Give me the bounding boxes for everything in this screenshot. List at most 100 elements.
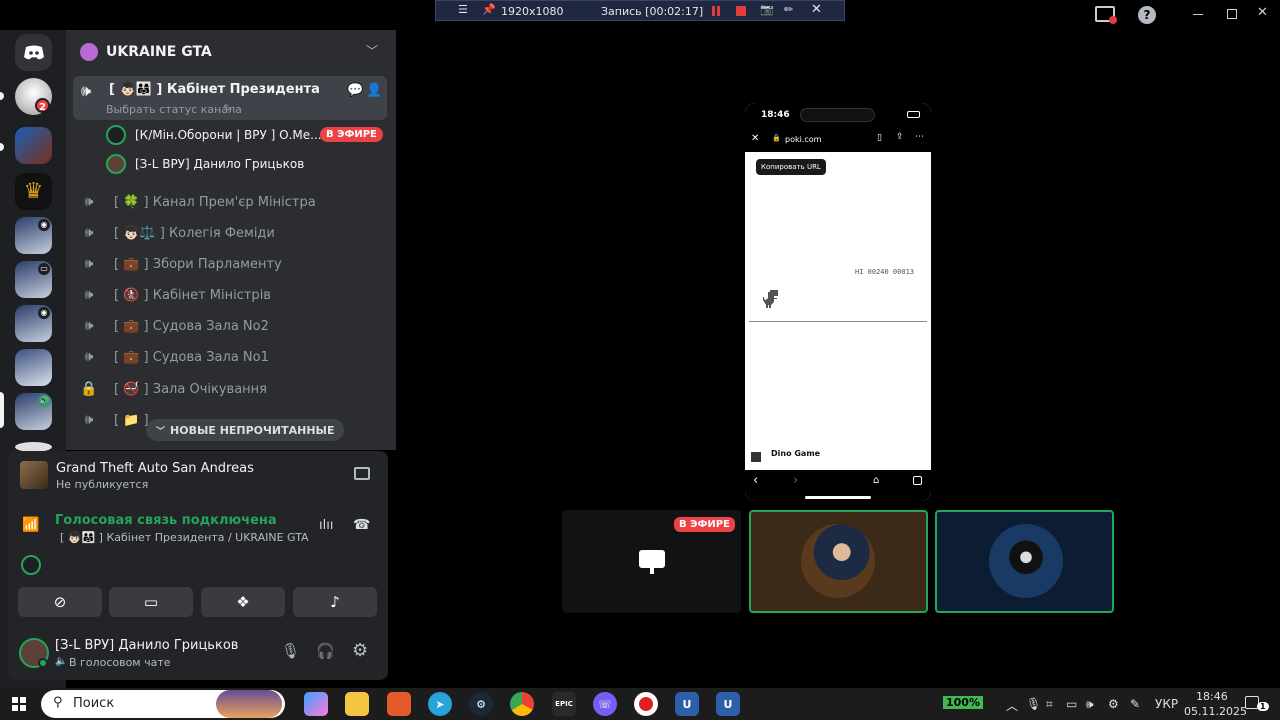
help-icon[interactable]: ? <box>1138 6 1156 24</box>
pencil-icon[interactable]: ✎ <box>223 102 232 115</box>
camera-icon[interactable]: 📷 <box>760 3 774 16</box>
channel-item[interactable]: 🕪 [ 💼 ] Судова Зала No2 <box>78 312 388 340</box>
telegram-icon[interactable]: ➤ <box>428 692 452 716</box>
channel-item[interactable]: 🕪 [ 👦🏻⚖️ ] Колегія Феміди <box>78 219 388 247</box>
channel-status-hint[interactable]: Выбрать статус канала <box>106 103 242 116</box>
windows-start-icon[interactable] <box>12 697 26 711</box>
back-icon[interactable]: ‹ <box>753 473 758 488</box>
app-icon[interactable]: U <box>675 692 699 716</box>
taskbar-search[interactable]: ⚲ Поиск <box>41 690 285 718</box>
pencil-icon[interactable]: ✏ <box>784 3 793 16</box>
pin-icon[interactable]: 📌 <box>482 3 496 16</box>
pen-icon[interactable]: ✎ <box>1130 697 1140 711</box>
stream-tile[interactable]: В ЭФИРЕ <box>562 510 741 613</box>
browser-bar: ✕ 🔒 poki.com ▯ ⇪ ⋯ <box>745 127 931 152</box>
participant-tile[interactable] <box>749 510 928 613</box>
dino-icon <box>760 289 780 309</box>
phone-status-bar: 18:46 <box>745 103 931 127</box>
microphone-icon[interactable]: 🎙 <box>281 642 300 660</box>
soundboard-button[interactable]: ♪ <box>293 587 377 617</box>
search-label: Поиск <box>73 696 115 711</box>
forward-icon[interactable]: › <box>793 473 798 488</box>
chrome-icon[interactable] <box>510 692 534 716</box>
microphone-icon[interactable]: 🎙 <box>1026 697 1041 711</box>
add-member-icon[interactable]: 👤 <box>366 83 382 98</box>
voice-channel: [ 👦🏻👨‍👩‍👧 ] Кабінет Президента / UKRAINE… <box>60 531 309 544</box>
headphones-icon[interactable]: 🎧 <box>316 642 335 660</box>
more-icon[interactable]: ⋯ <box>915 132 924 142</box>
camera-toggle-button[interactable]: ⊘ <box>18 587 102 617</box>
live-badge: В ЭФИРЕ <box>674 517 735 532</box>
stream-phone-view[interactable]: 18:46 ✕ 🔒 poki.com ▯ ⇪ ⋯ Копировать URL … <box>745 103 931 501</box>
user-name: [З-L ВРУ] Данило Грицьков <box>55 638 239 653</box>
server-icon[interactable]: ♛ <box>15 173 52 210</box>
channel-item-active[interactable]: 🕪 [ 👦🏻👨‍👩‍👧 ] Кабінет Президента Выбрать… <box>73 76 387 120</box>
minimize-icon[interactable] <box>1193 14 1203 15</box>
bookmark-icon[interactable]: ▯ <box>877 133 882 143</box>
channel-item[interactable]: 🕪 [ 🍀 ] Канал Прем'єр Міністра <box>78 188 388 216</box>
channel-item[interactable]: 🔒 [ 🚭 ] Зала Очікування <box>78 375 388 403</box>
avatar <box>21 555 41 575</box>
server-icon-active[interactable]: 🔊 <box>15 393 52 430</box>
new-unread-label: НОВЫЕ НЕПРОЧИТАННЫЕ <box>170 423 335 437</box>
stream-game-icon[interactable] <box>354 467 370 480</box>
clock-date[interactable]: 05.11.2025 <box>1184 705 1247 718</box>
new-unread-pill[interactable]: ﹀ НОВЫЕ НЕПРОЧИТАННЫЕ <box>146 419 345 441</box>
close-icon[interactable]: ✕ <box>751 133 759 144</box>
chevron-up-icon[interactable]: ︿ <box>1006 697 1018 714</box>
server-icon[interactable]: ▭ <box>15 261 52 298</box>
app-icon[interactable]: U <box>716 692 740 716</box>
participant-tile[interactable] <box>935 510 1114 613</box>
app-icon[interactable] <box>387 692 411 716</box>
record-icon[interactable] <box>634 692 658 716</box>
home-icon[interactable]: ⌂ <box>873 475 879 486</box>
close-window-icon[interactable]: ✕ <box>1257 5 1268 20</box>
speaker-small-icon: 🔈 <box>55 656 68 667</box>
pause-icon[interactable] <box>712 6 720 16</box>
screen-share-icon[interactable] <box>1095 6 1117 24</box>
maximize-icon[interactable] <box>1227 9 1237 19</box>
share-screen-button[interactable]: ▭ <box>109 587 193 617</box>
discord-home-icon[interactable] <box>15 34 52 71</box>
tabs-icon[interactable] <box>913 476 922 485</box>
channel-item[interactable]: 🕪 [ 💼 ] Збори Парламенту <box>78 250 388 278</box>
file-explorer-icon[interactable] <box>345 692 369 716</box>
voice-member[interactable]: [З-L ВРУ] Данило Грицьков <box>106 153 386 177</box>
chat-icon[interactable]: 💬 <box>347 83 363 98</box>
network-icon[interactable]: ⌗ <box>1046 697 1053 712</box>
voice-member[interactable]: [К/Мін.Оборони | ВРУ ] О.Ме... В ЭФИРЕ <box>106 124 386 148</box>
recording-status: Запись [00:02:17] <box>601 5 704 18</box>
steam-icon[interactable]: ⚙ <box>469 692 493 716</box>
server-emblem-icon <box>80 43 98 61</box>
battery-icon[interactable]: ▭ <box>1066 697 1077 711</box>
avatar <box>106 154 126 174</box>
epic-games-icon[interactable]: EPIC <box>552 692 576 716</box>
activities-button[interactable]: ❖ <box>201 587 285 617</box>
speaker-icon: 🕪 <box>84 349 94 365</box>
noise-suppression-icon[interactable]: ılıı <box>319 518 333 533</box>
settings-icon[interactable]: ⚙ <box>1108 697 1119 711</box>
server-icon[interactable]: ◉ <box>15 217 52 254</box>
chevron-down-icon[interactable]: ﹀ <box>366 42 378 59</box>
stop-icon[interactable] <box>736 6 746 16</box>
server-icon[interactable] <box>15 349 52 386</box>
server-header[interactable]: UKRAINE GTA ﹀ <box>66 30 396 74</box>
language-indicator[interactable]: УКР <box>1155 697 1178 711</box>
browser-url[interactable]: poki.com <box>785 135 821 144</box>
clock-time[interactable]: 18:46 <box>1196 690 1228 703</box>
copilot-icon[interactable] <box>304 692 328 716</box>
server-icon[interactable] <box>15 127 52 164</box>
viber-icon[interactable]: ☏ <box>593 692 617 716</box>
channel-item[interactable]: 🕪 [ 🚷 ] Кабінет Міністрів <box>78 281 388 309</box>
close-icon[interactable]: ✕ <box>811 2 822 17</box>
volume-icon[interactable]: 🕪 <box>1086 697 1094 712</box>
hi-score: HI 00240 00013 <box>855 268 915 276</box>
channel-item[interactable]: 🕪 [ 💼 ] Судова Зала No1 <box>78 343 388 371</box>
disconnect-icon[interactable]: ☎ <box>353 517 370 533</box>
server-icon[interactable]: ◉ <box>15 305 52 342</box>
menu-icon[interactable]: ☰ <box>458 3 468 16</box>
avatar <box>801 524 875 598</box>
speaker-icon: 🕪 <box>84 318 94 334</box>
share-icon[interactable]: ⇪ <box>896 132 904 142</box>
settings-gear-icon[interactable]: ⚙ <box>352 640 368 661</box>
